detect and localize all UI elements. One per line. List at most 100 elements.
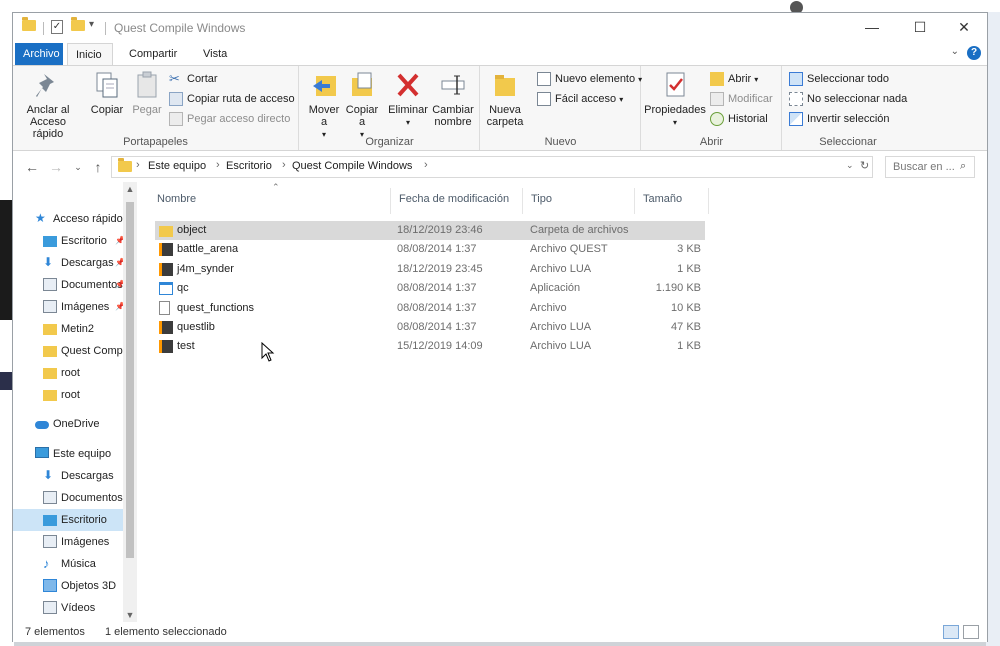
rename-button[interactable]: Cambiar nombre — [430, 70, 476, 128]
copy-path-icon — [169, 92, 183, 107]
cut-button[interactable]: ✂ Cortar — [169, 70, 218, 88]
select-none-label: No seleccionar nada — [807, 93, 908, 105]
nav-quick-item[interactable]: ⬇ Descargas 📌 — [13, 252, 125, 274]
search-box[interactable]: Buscar en ... ⌕ — [885, 156, 975, 178]
address-bar[interactable]: › Este equipo › Escritorio › Quest Compi… — [111, 156, 873, 178]
nav-pc-item[interactable]: ⬇ Descargas — [13, 465, 125, 487]
folder-icon — [43, 368, 57, 379]
easy-access-button[interactable]: Fácil acceso ▾ — [537, 90, 623, 108]
forward-arrow-icon[interactable]: → — [47, 158, 65, 176]
nav-pc-item[interactable]: Imágenes — [13, 531, 125, 553]
search-input[interactable]: Buscar en ... — [893, 161, 955, 173]
file-row[interactable]: questlib 08/08/2014 1:37 Archivo LUA 47 KB — [155, 318, 705, 337]
copy-path-button[interactable]: Copiar ruta de acceso — [169, 90, 295, 108]
pin-quick-access-button[interactable]: Anclar al Acceso rápido — [17, 70, 79, 140]
nav-quick-item[interactable]: Metin2 — [13, 318, 125, 340]
breadcrumb-escritorio[interactable]: Escritorio — [226, 160, 272, 172]
application-icon — [159, 282, 173, 296]
nav-pc-item[interactable]: Objetos 3D — [13, 575, 125, 597]
properties-label: Propiedades — [644, 104, 706, 116]
nav-pc-item[interactable]: Vídeos — [13, 597, 125, 619]
column-header-name[interactable]: Nombre — [149, 188, 391, 214]
recent-locations-icon[interactable]: ⌄ — [69, 158, 87, 176]
invert-selection-label: Invertir selección — [807, 113, 890, 125]
new-folder-quick-icon[interactable] — [71, 17, 85, 36]
navigation-pane: ★ Acceso rápido Escritorio 📌 ⬇ Descargas 📌 Do… — [13, 182, 137, 622]
file-row[interactable]: test 15/12/2019 14:09 Archivo LUA 1 KB — [155, 337, 705, 356]
up-arrow-icon[interactable]: ↑ — [89, 158, 107, 176]
navigation-scrollbar[interactable]: ▲ ▼ — [123, 182, 137, 622]
nav-pc-item[interactable]: Escritorio — [13, 509, 125, 531]
file-row[interactable]: battle_arena 08/08/2014 1:37 Archivo QUEST… — [155, 240, 705, 259]
select-all-button[interactable]: Seleccionar todo — [789, 70, 889, 88]
minimize-button[interactable]: — — [849, 13, 895, 43]
paste-shortcut-icon — [169, 112, 183, 127]
file-row[interactable]: object 18/12/2019 23:46 Carpeta de archivo… — [155, 221, 705, 240]
file-type: Archivo LUA — [530, 321, 592, 333]
nav-quick-item[interactable]: Escritorio 📌 — [13, 230, 125, 252]
refresh-icon[interactable]: ↻ — [860, 159, 869, 172]
open-button[interactable]: Abrir ▾ — [710, 70, 758, 88]
paste-button[interactable]: Pegar — [129, 70, 165, 116]
copy-to-button[interactable]: Copiar a ▾ — [344, 70, 380, 141]
address-dropdown-icon[interactable]: ⌄ — [846, 160, 854, 171]
folder-icon — [43, 346, 57, 357]
scroll-down-icon[interactable]: ▼ — [123, 610, 137, 620]
nav-quick-item[interactable]: root — [13, 384, 125, 406]
new-folder-button[interactable]: Nueva carpeta — [483, 70, 527, 128]
details-view-icon[interactable] — [943, 625, 959, 639]
nav-este-equipo[interactable]: Este equipo — [13, 443, 125, 465]
column-header-date[interactable]: Fecha de modificación — [391, 188, 523, 214]
close-button[interactable]: ✕ — [941, 13, 987, 43]
invert-selection-button[interactable]: Invertir selección — [789, 110, 890, 128]
maximize-button[interactable]: ☐ — [897, 13, 943, 43]
back-arrow-icon[interactable]: ← — [23, 158, 41, 176]
status-bar: 7 elementos 1 elemento seleccionado — [13, 622, 987, 642]
properties-quick-icon[interactable]: ✓ — [51, 20, 63, 36]
status-selection: 1 elemento seleccionado — [105, 626, 227, 638]
delete-button[interactable]: Eliminar ▾ — [388, 70, 428, 129]
history-button[interactable]: Historial — [710, 110, 768, 128]
tab-inicio[interactable]: Inicio — [67, 43, 113, 65]
scroll-up-icon[interactable]: ▲ — [123, 184, 137, 194]
breadcrumb-quest-compile-windows[interactable]: Quest Compile Windows — [292, 160, 412, 172]
help-icon[interactable]: ? — [967, 46, 981, 60]
open-icon — [710, 72, 724, 87]
scrollbar-thumb[interactable] — [126, 202, 134, 558]
file-list: ⌃ Nombre Fecha de modificación Tipo Tama… — [137, 182, 987, 622]
file-row[interactable]: qc 08/08/2014 1:37 Aplicación 1.190 KB — [155, 279, 705, 298]
nav-quick-item[interactable]: Quest Compile Windows — [13, 340, 125, 362]
move-to-button[interactable]: Mover a ▾ — [306, 70, 342, 141]
file-type: Archivo LUA — [530, 340, 592, 353]
file-row[interactable]: quest_functions 08/08/2014 1:37 Archivo 10 … — [155, 299, 705, 318]
column-header-size[interactable]: Tamaño — [635, 188, 709, 214]
new-folder-label: Nueva carpeta — [486, 104, 524, 128]
history-label: Historial — [728, 113, 768, 125]
new-item-button[interactable]: Nuevo elemento ▾ — [537, 70, 642, 88]
file-type: Archivo QUEST — [530, 243, 608, 256]
nav-pc-item[interactable]: Documentos — [13, 487, 125, 509]
tab-compartir[interactable]: Compartir — [121, 43, 185, 65]
properties-button[interactable]: Propiedades ▾ — [644, 70, 706, 129]
select-none-button[interactable]: No seleccionar nada — [789, 90, 907, 108]
edit-button[interactable]: Modificar — [710, 90, 773, 108]
nav-quick-label: Quest Compile Windows — [61, 345, 125, 357]
nav-acceso-rapido[interactable]: ★ Acceso rápido — [13, 208, 125, 230]
large-icons-view-icon[interactable] — [963, 625, 979, 639]
nav-onedrive[interactable]: OneDrive — [13, 413, 125, 435]
file-row[interactable]: j4m_synder 18/12/2019 23:45 Archivo LUA 1 K… — [155, 260, 705, 279]
paste-shortcut-button[interactable]: Pegar acceso directo — [169, 110, 290, 128]
tab-vista[interactable]: Vista — [195, 43, 235, 65]
nav-pc-item[interactable]: ♪ Música — [13, 553, 125, 575]
nav-quick-item[interactable]: Documentos 📌 — [13, 274, 125, 296]
column-header-type[interactable]: Tipo — [523, 188, 635, 214]
customize-quick-access-icon[interactable]: ▾ — [89, 19, 94, 35]
breadcrumb-este-equipo[interactable]: Este equipo — [148, 160, 206, 172]
download-icon: ⬇ — [43, 255, 54, 269]
copy-button[interactable]: Copiar — [89, 70, 125, 116]
nav-quick-item[interactable]: Imágenes 📌 — [13, 296, 125, 318]
expand-ribbon-icon[interactable]: ⌄ — [951, 46, 959, 57]
group-portapapeles: Anclar al Acceso rápido Copiar Pegar ✂ Co… — [13, 66, 299, 150]
tab-archivo[interactable]: Archivo — [15, 43, 63, 65]
nav-quick-item[interactable]: root — [13, 362, 125, 384]
